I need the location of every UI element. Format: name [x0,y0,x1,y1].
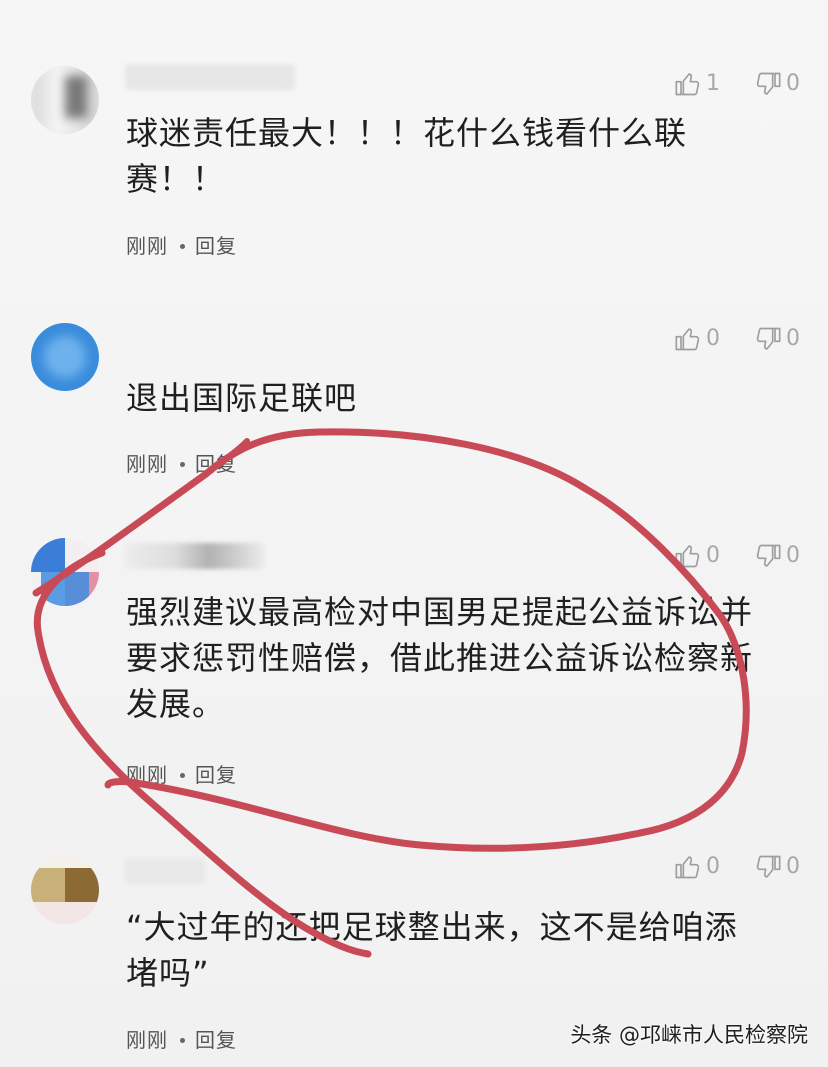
avatar[interactable] [31,856,99,924]
like-button[interactable]: 0 [674,853,720,881]
reply-link[interactable]: 回复 [195,763,237,787]
reply-link[interactable]: 回复 [195,234,237,258]
comment-actions: 0 0 [674,325,800,353]
comment-actions: 0 0 [674,853,800,881]
thumbs-down-icon [756,327,781,350]
dislike-button[interactable]: 0 [754,853,800,881]
comment-text-line: 要求惩罚性赔偿，借此推进公益诉讼检察新 [126,639,754,677]
comment-item-3: 0 0 强烈建议最高检对中国男足提起公益诉讼并 要求惩罚性赔偿，借此推进公益诉讼… [0,537,828,797]
comment-text: “大过年的还把足球整出来，这不是给咱添 堵吗” [126,904,786,996]
like-button[interactable]: 1 [674,70,720,98]
like-count: 0 [706,854,720,879]
dislike-count: 0 [786,543,800,568]
comment-text-line: “大过年的还把足球整出来，这不是给咱添 [126,908,738,946]
username-blurred [125,543,265,569]
reply-link[interactable]: 回复 [195,452,237,476]
comment-text-line: 退出国际足联吧 [126,379,358,417]
comment-item-2: 0 0 退出国际足联吧 刚刚 回复 [0,323,828,503]
avatar[interactable] [31,538,99,606]
thumbs-up-icon [675,73,700,96]
separator-dot-icon [180,462,185,467]
comment-text: 强烈建议最高检对中国男足提起公益诉讼并 要求惩罚性赔偿，借此推进公益诉讼检察新 … [126,589,786,727]
thumbs-up-icon [675,856,700,879]
comment-text: 球迷责任最大！！！花什么钱看什么联 赛！！ [126,110,786,202]
like-count: 0 [706,326,720,351]
thumbs-up-icon [675,545,700,568]
like-button[interactable]: 0 [674,325,720,353]
dislike-count: 0 [786,71,800,96]
dislike-count: 0 [786,854,800,879]
comment-text-line: 发展。 [126,685,226,723]
comment-actions: 1 0 [674,70,800,98]
dislike-button[interactable]: 0 [754,70,800,98]
thumbs-up-icon [675,328,700,351]
comment-time: 刚刚 [126,1028,168,1052]
comment-time: 刚刚 [126,452,168,476]
thumbs-down-icon [756,544,781,567]
avatar[interactable] [31,323,99,391]
comment-time: 刚刚 [126,234,168,258]
comment-text-line: 强烈建议最高检对中国男足提起公益诉讼并 [126,593,754,631]
comment-meta: 刚刚 回复 [126,1024,237,1053]
comment-meta: 刚刚 回复 [126,448,237,477]
thumbs-down-icon [756,855,781,878]
comment-text-line: 堵吗” [126,954,210,992]
comment-meta: 刚刚 回复 [126,230,237,259]
comment-actions: 0 0 [674,542,800,570]
comment-text-line: 赛！！ [126,160,226,198]
dislike-button[interactable]: 0 [754,542,800,570]
separator-dot-icon [180,773,185,778]
comment-text-line: 球迷责任最大！！！花什么钱看什么联 [126,114,688,152]
comment-text: 退出国际足联吧 [126,375,786,421]
dislike-count: 0 [786,326,800,351]
comment-meta: 刚刚 回复 [126,759,237,788]
reply-link[interactable]: 回复 [195,1028,237,1052]
comment-time: 刚刚 [126,763,168,787]
username-blurred [125,64,295,90]
separator-dot-icon [180,1038,185,1043]
like-button[interactable]: 0 [674,542,720,570]
comment-screenshot: 1 0 球迷责任最大！！！花什么钱看什么联 赛！！ 刚刚 回复 0 0 退出国际… [0,0,828,1067]
thumbs-down-icon [756,72,781,95]
username-blurred [125,858,205,884]
separator-dot-icon [180,244,185,249]
comment-item-1: 1 0 球迷责任最大！！！花什么钱看什么联 赛！！ 刚刚 回复 [0,58,828,278]
source-watermark: 头条 @邛崃市人民检察院 [570,1023,808,1047]
like-count: 0 [706,543,720,568]
dislike-button[interactable]: 0 [754,325,800,353]
like-count: 1 [706,71,720,96]
avatar[interactable] [31,66,99,134]
